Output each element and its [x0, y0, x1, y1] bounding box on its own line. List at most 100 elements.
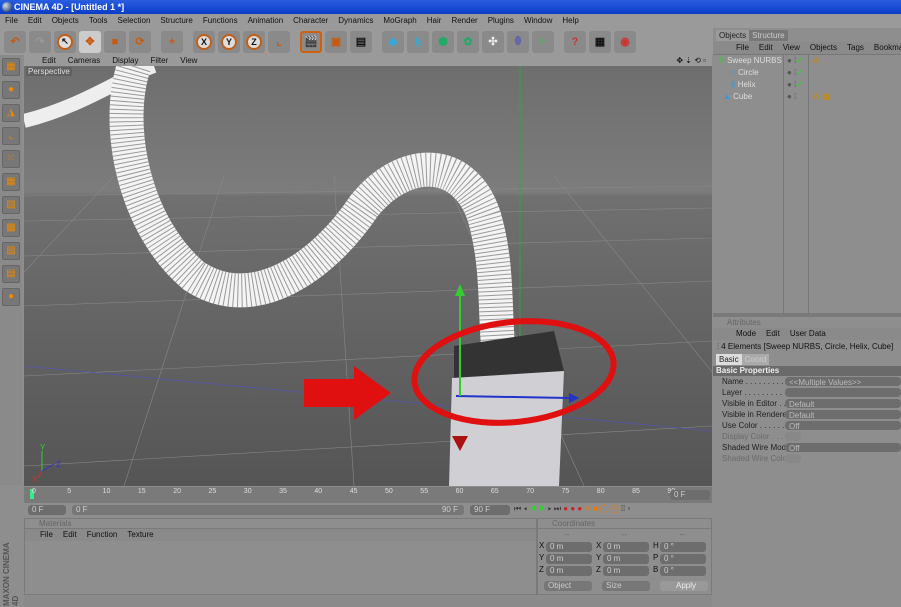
viewport-menu-cameras[interactable]: Cameras — [62, 55, 106, 66]
menu-mograph[interactable]: MoGraph — [378, 14, 421, 28]
menu-window[interactable]: Window — [519, 14, 557, 28]
menu-functions[interactable]: Functions — [198, 14, 243, 28]
display-color-swatch[interactable] — [785, 432, 801, 441]
undo-button[interactable]: ↶ — [4, 30, 26, 53]
viewport-menu-edit[interactable]: Edit — [36, 55, 62, 66]
coord-field[interactable]: 0 ° — [660, 554, 706, 564]
layout-button[interactable]: ▦ — [589, 30, 611, 53]
visible-in-renderer-dropdown[interactable]: Default — [785, 410, 901, 420]
attributes-menu-mode[interactable]: Mode — [731, 328, 761, 340]
tool-button[interactable]: ? — [564, 30, 586, 53]
menu-animation[interactable]: Animation — [243, 14, 289, 28]
texture-mode-icon[interactable]: ◮ — [2, 104, 20, 122]
render-view-button[interactable]: 🎬 — [300, 30, 322, 53]
workplane-icon[interactable]: ▨ — [2, 242, 20, 260]
menu-plugins[interactable]: Plugins — [483, 14, 519, 28]
live-selection-button[interactable]: ↖ — [54, 30, 76, 53]
objects-menu-objects[interactable]: Objects — [805, 42, 842, 54]
timeline-ruler[interactable]: 051015202530354045505560657075808590 0 F — [24, 487, 712, 503]
polygons-mode-icon[interactable]: ▧ — [2, 196, 20, 214]
objects-menu-bookmarks[interactable]: Bookmarks — [869, 42, 901, 54]
axis-mode-icon[interactable]: ⌞ — [2, 127, 20, 145]
range-slider[interactable]: 0 F 90 F — [72, 505, 464, 515]
tab-basic[interactable]: Basic — [716, 354, 742, 365]
menu-edit[interactable]: Edit — [23, 14, 47, 28]
coord-field[interactable]: 0 ° — [660, 542, 706, 552]
coord-field[interactable]: 0 ° — [660, 566, 706, 576]
end-frame-field[interactable]: 90 F — [470, 505, 510, 515]
cube-primitive-button[interactable]: ◆ — [382, 30, 404, 53]
array-button[interactable]: ✿ — [457, 30, 479, 53]
render-settings-button[interactable]: ▤ — [350, 30, 372, 53]
use-color-dropdown[interactable]: Off — [785, 421, 901, 431]
particles-button[interactable]: ⁘ — [532, 30, 554, 53]
shaded-wire-color-swatch[interactable] — [785, 454, 801, 463]
nurbs-button[interactable]: ⬢ — [432, 30, 454, 53]
coordinate-system-button[interactable]: ⌞ — [268, 30, 290, 53]
coord-field[interactable]: 0 m — [603, 542, 649, 552]
apply-button[interactable]: Apply — [660, 581, 708, 591]
materials-menu-function[interactable]: Function — [82, 529, 123, 541]
size-mode-dropdown[interactable]: Size — [602, 581, 650, 591]
edges-mode-icon[interactable]: ▦ — [2, 173, 20, 191]
menu-structure[interactable]: Structure — [155, 14, 197, 28]
tab-structure[interactable]: Structure — [749, 30, 788, 41]
move-button[interactable]: ✥ — [79, 30, 101, 53]
current-frame-field[interactable]: 0 F — [670, 490, 710, 500]
objects-menu-tags[interactable]: Tags — [842, 42, 869, 54]
viewport-menu-filter[interactable]: Filter — [144, 55, 174, 66]
menu-help[interactable]: Help — [557, 14, 583, 28]
snap-icon[interactable]: ▩ — [2, 219, 20, 237]
scene-object-button[interactable]: ⬮ — [507, 30, 529, 53]
animation-mode-icon[interactable]: ▤ — [2, 265, 20, 283]
redo-button[interactable]: ↷ — [29, 30, 51, 53]
menu-objects[interactable]: Objects — [47, 14, 84, 28]
tab-coord[interactable]: Coord — [741, 354, 770, 365]
y-axis-button[interactable]: Y — [218, 30, 240, 53]
layer-field[interactable] — [785, 388, 901, 397]
coord-field[interactable]: 0 m — [603, 566, 649, 576]
rotate-button[interactable]: ⟳ — [129, 30, 151, 53]
coord-field[interactable]: 0 m — [546, 542, 592, 552]
viewport-menu-view[interactable]: View — [174, 55, 203, 66]
tree-item-sweep-nurbs[interactable]: ⚲ Sweep NURBS ● ⁞✓ ⁂ — [713, 55, 901, 67]
render-picture-viewer-button[interactable]: ▣ — [325, 30, 347, 53]
tab-objects[interactable]: Objects — [716, 30, 750, 41]
menu-selection[interactable]: Selection — [113, 14, 156, 28]
start-frame-field[interactable]: 0 F — [28, 505, 66, 515]
scale-button[interactable]: ■ — [104, 30, 126, 53]
add-object-button[interactable]: + — [161, 30, 183, 53]
coord-field[interactable]: 0 m — [546, 554, 592, 564]
materials-menu-file[interactable]: File — [35, 529, 58, 541]
spline-button[interactable]: § — [407, 30, 429, 53]
viewport-navigation-icons[interactable]: ✥ ⇣ ⟲ ▫ — [670, 55, 712, 66]
deformer-button[interactable]: ✣ — [482, 30, 504, 53]
tree-item-circle[interactable]: ○ Circle ● ⁞✓ — [713, 67, 901, 79]
menu-render[interactable]: Render — [446, 14, 482, 28]
visible-in-editor-dropdown[interactable]: Default — [785, 399, 901, 409]
texture-tag-icon[interactable]: ⁂ ▩ — [812, 91, 830, 103]
attributes-menu-edit[interactable]: Edit — [761, 328, 785, 340]
tree-item-helix[interactable]: § Helix ● ⁞✓ — [713, 79, 901, 91]
objects-menu-file[interactable]: File — [731, 42, 754, 54]
z-axis-button[interactable]: Z — [243, 30, 265, 53]
use-object-mode-icon[interactable]: ● — [2, 81, 20, 99]
objects-menu-edit[interactable]: Edit — [754, 42, 778, 54]
points-mode-icon[interactable]: ⁙ — [2, 150, 20, 168]
menu-character[interactable]: Character — [288, 14, 333, 28]
x-arrow-icon[interactable] — [569, 393, 579, 403]
tree-item-cube[interactable]: ▲ Cube ● ⁞ ⁂ ▩ — [713, 91, 901, 103]
viewport-menu-display[interactable]: Display — [106, 55, 144, 66]
sculpt-icon[interactable]: ● — [2, 288, 20, 306]
phong-tag-icon[interactable]: ⁂ — [812, 55, 820, 67]
coordinate-mode-dropdown[interactable]: Object — [544, 581, 592, 591]
name-field[interactable]: <<Multiple Values>> — [785, 377, 901, 387]
coord-field[interactable]: 0 m — [546, 566, 592, 576]
attributes-menu-user-data[interactable]: User Data — [785, 328, 831, 340]
visibility-dots-icon[interactable]: ● ⁞ — [787, 91, 796, 103]
visibility-dots-icon[interactable]: ● ⁞✓ — [787, 79, 803, 91]
visibility-dots-icon[interactable]: ● ⁞✓ — [787, 67, 803, 79]
coord-field[interactable]: 0 m — [603, 554, 649, 564]
menu-dynamics[interactable]: Dynamics — [333, 14, 378, 28]
use-model-mode-icon[interactable]: ▦ — [2, 58, 20, 76]
